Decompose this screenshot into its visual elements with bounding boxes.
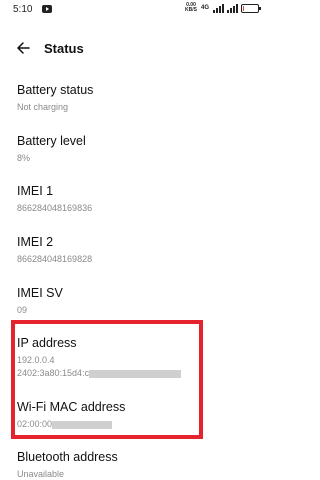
signal-icon-2 [227, 3, 238, 13]
battery-fill [243, 5, 244, 11]
youtube-notification-icon [42, 5, 52, 13]
status-icons: 0.00 KB/S 4G [185, 3, 261, 13]
item-value: 8% [17, 153, 31, 163]
item-value: 866284048169828 [17, 254, 93, 264]
item-title: Battery level [17, 134, 86, 148]
item-value: 866284048169836 [17, 203, 93, 213]
highlight-box [11, 320, 203, 439]
item-value: Unavailable [17, 469, 65, 479]
battery-icon [241, 3, 261, 13]
page-title: Status [44, 41, 84, 56]
item-value: 09 [17, 305, 28, 315]
status-bar: 5:10 0.00 KB/S 4G [0, 0, 273, 22]
signal-icon [213, 3, 224, 13]
network-speed: 0.00 KB/S [185, 3, 197, 13]
app-header: Status [0, 38, 273, 60]
item-value: Not charging [17, 102, 69, 112]
imei-sv-item[interactable]: IMEI SV 09 [17, 286, 257, 316]
battery-status-item[interactable]: Battery status Not charging [17, 83, 257, 113]
bluetooth-address-item[interactable]: Bluetooth address Unavailable [17, 450, 257, 480]
network-type-label: 4G [200, 5, 209, 11]
battery-level-item[interactable]: Battery level 8% [17, 134, 257, 164]
item-title: Battery status [17, 83, 94, 97]
item-title: Bluetooth address [17, 450, 118, 464]
back-arrow-icon[interactable] [16, 41, 30, 55]
imei2-item[interactable]: IMEI 2 866284048169828 [17, 235, 257, 265]
network-speed-unit: KB/S [185, 7, 197, 13]
item-title: IMEI SV [17, 286, 63, 300]
imei1-item[interactable]: IMEI 1 866284048169836 [17, 184, 257, 214]
item-title: IMEI 2 [17, 235, 54, 249]
status-time: 5:10 [13, 4, 33, 15]
item-title: IMEI 1 [17, 184, 54, 198]
